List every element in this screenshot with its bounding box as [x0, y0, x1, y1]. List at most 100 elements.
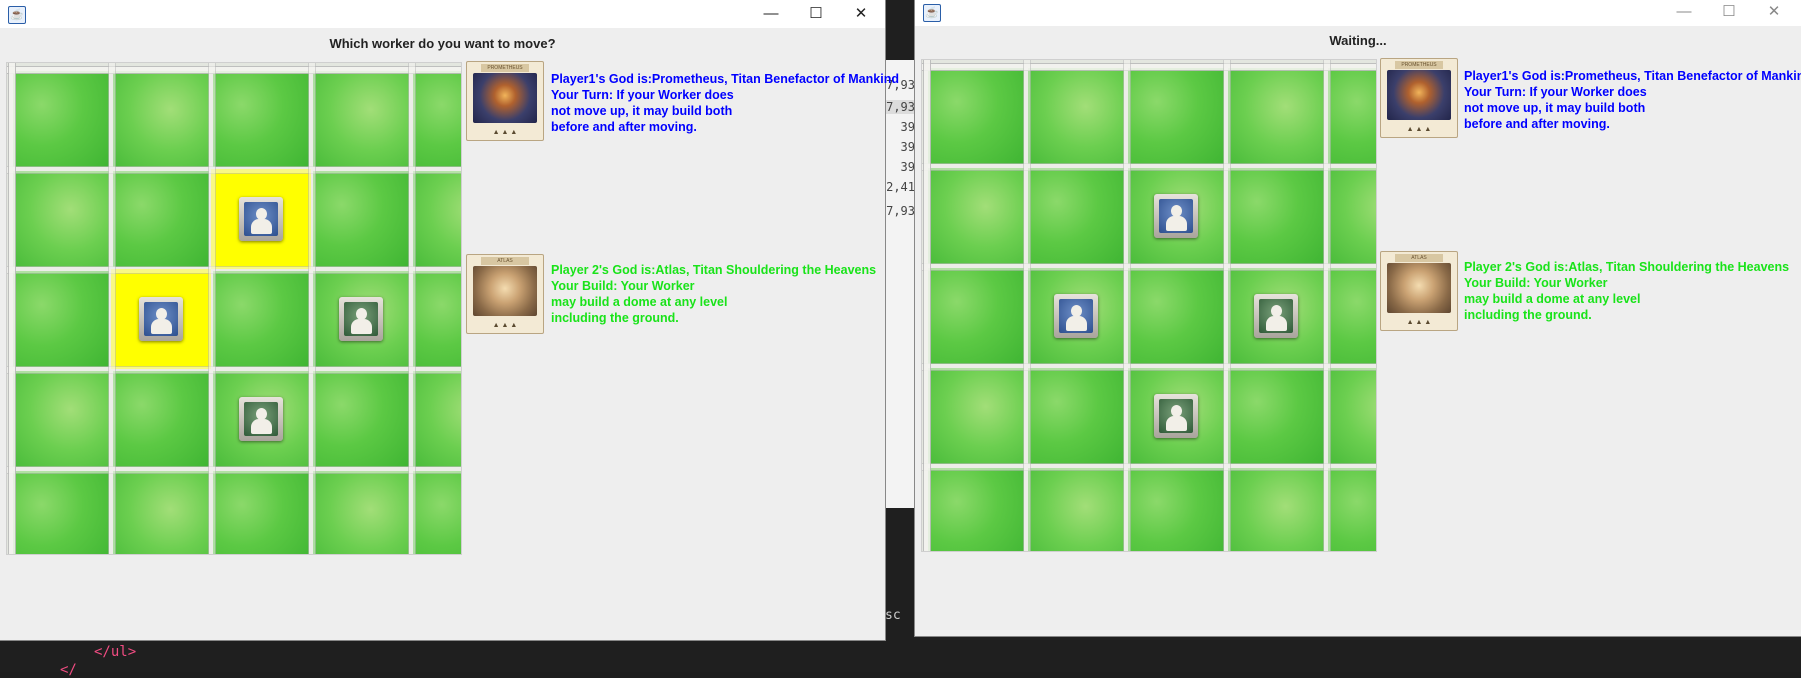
prometheus-god-card: PROMETHEUS ▲ ▲ ▲ [1380, 58, 1458, 138]
title-bar[interactable]: ☕ — ☐ ✕ [915, 0, 1801, 26]
card-icons: ▲ ▲ ▲ [1406, 126, 1432, 133]
god-text-line: Your Turn: If your Worker does [1464, 85, 1647, 99]
board-cell[interactable] [1228, 168, 1324, 264]
player1-worker-token[interactable] [1054, 294, 1098, 338]
player2-worker-token[interactable] [1254, 294, 1298, 338]
stone-wall [1124, 60, 1130, 551]
stone-wall [7, 167, 461, 173]
card-icons: ▲ ▲ ▲ [492, 129, 518, 136]
java-app-icon: ☕ [8, 6, 26, 24]
board-cell[interactable] [928, 68, 1024, 164]
terminal-text: sc [885, 608, 901, 623]
god-text-line: Your Build: Your Worker [551, 279, 695, 293]
board-cell[interactable] [413, 371, 461, 467]
god-text-line: before and after moving. [551, 120, 697, 134]
board-cell[interactable] [413, 471, 461, 554]
worker-icon [1059, 299, 1093, 333]
maximize-button[interactable]: ☐ [1706, 0, 1752, 28]
card-icons: ▲ ▲ ▲ [1406, 319, 1432, 326]
board-cell[interactable] [928, 368, 1024, 464]
player1-worker-token[interactable] [139, 297, 183, 341]
board-cell[interactable] [1228, 468, 1324, 551]
board-cell[interactable] [928, 468, 1024, 551]
board-cell[interactable] [113, 71, 209, 167]
board-cell[interactable] [1028, 168, 1124, 264]
game-board[interactable] [6, 62, 462, 555]
card-title: PROMETHEUS [481, 64, 529, 72]
player1-worker-token[interactable] [1154, 194, 1198, 238]
board-cell[interactable] [1128, 268, 1224, 364]
board-cell[interactable] [213, 471, 309, 554]
god-text-line: Your Turn: If your Worker does [551, 88, 734, 102]
stone-wall [109, 63, 115, 554]
player2-god-description: Player 2's God is:Atlas, Titan Shoulderi… [551, 262, 876, 326]
stone-wall [209, 63, 215, 554]
board-cell[interactable] [13, 371, 109, 467]
board-cell[interactable] [13, 271, 109, 367]
atlas-portrait [473, 266, 537, 316]
title-bar[interactable]: ☕ — ☐ ✕ [0, 0, 885, 28]
stone-wall [9, 63, 15, 554]
god-text-line: Player 2's God is:Atlas, Titan Shoulderi… [1464, 260, 1790, 274]
board-cell[interactable] [1028, 368, 1124, 464]
player2-worker-token[interactable] [339, 297, 383, 341]
god-text-line: Player 2's God is:Atlas, Titan Shoulderi… [551, 263, 877, 277]
board-cell[interactable] [113, 171, 209, 267]
code-line: </ [60, 662, 77, 678]
player2-worker-token[interactable] [239, 397, 283, 441]
board-cell[interactable] [1328, 368, 1376, 464]
board-cell[interactable] [13, 171, 109, 267]
board-cell[interactable] [413, 271, 461, 367]
stone-wall [922, 264, 1376, 270]
prompt-text: Which worker do you want to move? [329, 36, 556, 51]
worker-icon [144, 302, 178, 336]
god-text-line: before and after moving. [1464, 117, 1610, 131]
board-cell[interactable] [313, 71, 409, 167]
board-cell[interactable] [413, 171, 461, 267]
board-cell[interactable] [1128, 468, 1224, 551]
stone-wall [1024, 60, 1030, 551]
player1-window: ☕ — ☐ ✕ Which worker do you want to move… [0, 0, 899, 640]
board-cell[interactable] [1128, 68, 1224, 164]
worker-icon [344, 302, 378, 336]
minimize-button[interactable]: — [1661, 0, 1707, 28]
board-cell[interactable] [113, 471, 209, 554]
board-cell[interactable] [928, 268, 1024, 364]
minimize-button[interactable]: — [748, 0, 794, 28]
game-board[interactable] [921, 59, 1377, 552]
stone-wall [922, 364, 1376, 370]
board-cell[interactable] [1328, 468, 1376, 551]
board-cell[interactable] [13, 71, 109, 167]
board-cell[interactable] [213, 271, 309, 367]
board-cell[interactable] [13, 471, 109, 554]
line-number: 39 [900, 160, 915, 174]
board-cell[interactable] [1228, 68, 1324, 164]
board-cell[interactable] [213, 71, 309, 167]
board-cell[interactable] [313, 471, 409, 554]
player2-worker-token[interactable] [1154, 394, 1198, 438]
atlas-god-card: ATLAS ▲ ▲ ▲ [1380, 251, 1458, 331]
board-cell[interactable] [413, 71, 461, 167]
board-cell[interactable] [313, 171, 409, 267]
board-cell[interactable] [1028, 68, 1124, 164]
stone-wall [7, 367, 461, 373]
board-cell[interactable] [1328, 168, 1376, 264]
atlas-god-card: ATLAS ▲ ▲ ▲ [466, 254, 544, 334]
player1-worker-token[interactable] [239, 197, 283, 241]
board-cell[interactable] [1228, 368, 1324, 464]
worker-icon [1159, 399, 1193, 433]
close-button[interactable]: ✕ [838, 0, 884, 28]
board-cell[interactable] [928, 168, 1024, 264]
close-button[interactable]: ✕ [1751, 0, 1797, 28]
stone-wall [7, 267, 461, 273]
board-cell[interactable] [313, 371, 409, 467]
player1-god-description: Player1's God is:Prometheus, Titan Benef… [551, 71, 899, 135]
board-cell[interactable] [113, 371, 209, 467]
prometheus-god-card: PROMETHEUS ▲ ▲ ▲ [466, 61, 544, 141]
board-cell[interactable] [1328, 68, 1376, 164]
worker-icon [244, 202, 278, 236]
stone-wall [7, 67, 461, 73]
board-cell[interactable] [1028, 468, 1124, 551]
maximize-button[interactable]: ☐ [793, 0, 839, 28]
board-cell[interactable] [1328, 268, 1376, 364]
